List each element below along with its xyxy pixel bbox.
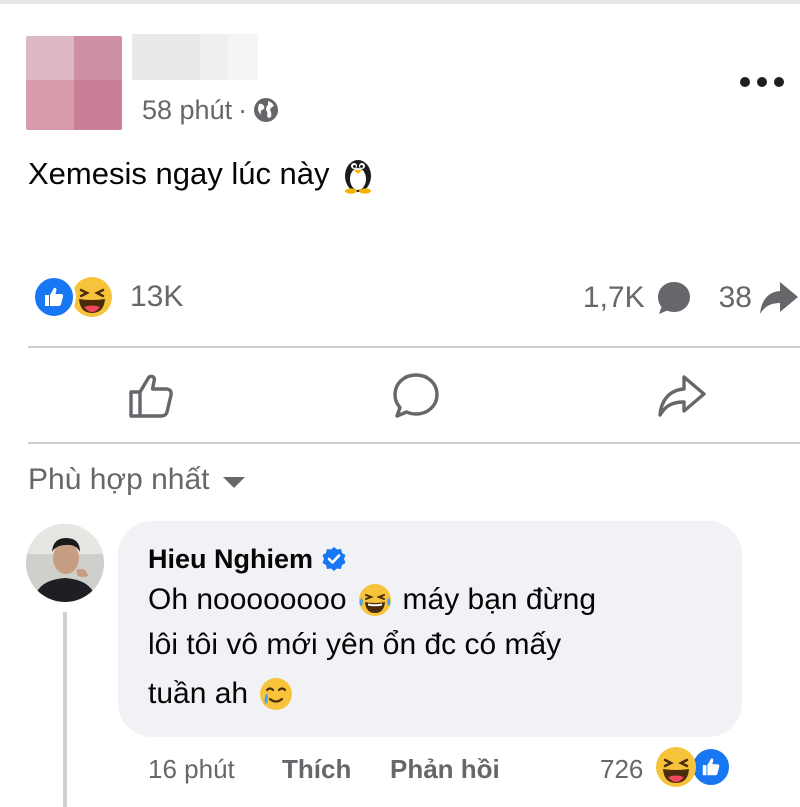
comment-outline-icon — [393, 373, 439, 418]
commenter-name-row: Hieu Nghiem — [148, 540, 347, 578]
comment-reactions[interactable] — [654, 743, 732, 791]
thread-line — [63, 612, 67, 807]
comment-like-button[interactable]: Thích — [282, 752, 351, 786]
post-author-name[interactable] — [132, 34, 258, 80]
commenter-name[interactable]: Hieu Nghiem — [148, 544, 313, 575]
divider — [28, 442, 800, 444]
divider — [28, 346, 800, 348]
comment-count[interactable]: 1,7K — [583, 281, 645, 315]
haha-reaction-icon — [654, 745, 698, 789]
post-time[interactable]: 58 phút — [142, 95, 232, 126]
meta-separator: · — [238, 94, 248, 125]
post-meta: 58 phút · — [142, 94, 279, 126]
commenter-avatar[interactable] — [26, 524, 104, 602]
comment-text-part: Oh noooooooo — [148, 583, 347, 616]
comment-count-icon[interactable] — [655, 279, 693, 317]
comment-text-line-1: Oh noooooooo máy bạn đừng — [148, 582, 596, 618]
post-text: Xemesis ngay lúc này — [28, 156, 330, 191]
share-outline-icon — [658, 375, 706, 417]
sort-label: Phù hợp nhất — [28, 463, 210, 496]
haha-reaction-icon — [70, 275, 114, 319]
post-stats: 1,7K 38 — [583, 276, 800, 320]
comment-time[interactable]: 16 phút — [148, 752, 235, 786]
comment-text-part: lôi tôi vô mới yên ổn đc có mấy — [148, 628, 562, 661]
share-count[interactable]: 38 — [719, 281, 752, 315]
comment-text-line-2: lôi tôi vô mới yên ổn đc có mấy — [148, 628, 561, 662]
comment-text-line-3: tuần ah — [148, 676, 294, 712]
top-border — [0, 0, 800, 4]
comment-sort-dropdown[interactable]: Phù hợp nhất — [28, 460, 246, 500]
globe-icon[interactable] — [253, 97, 279, 123]
reaction-count[interactable]: 13K — [130, 280, 183, 314]
share-count-icon[interactable] — [758, 280, 800, 316]
like-outline-icon — [129, 374, 173, 418]
post-author-avatar[interactable] — [26, 36, 122, 130]
like-button[interactable] — [122, 368, 182, 424]
share-button[interactable] — [652, 368, 712, 424]
caret-down-icon — [223, 476, 246, 488]
comment-button[interactable] — [386, 368, 446, 424]
smiling-tear-emoji-icon — [258, 676, 294, 712]
comment-text-part: máy bạn đừng — [402, 583, 597, 616]
comment-reaction-count[interactable]: 726 — [600, 752, 643, 786]
like-reaction-icon — [32, 275, 76, 319]
post-reactions-summary[interactable]: 13K — [32, 274, 183, 320]
post-body: Xemesis ngay lúc này — [28, 154, 376, 194]
penguin-icon — [340, 154, 376, 194]
more-options-icon[interactable] — [740, 72, 784, 92]
tears-of-joy-emoji-icon — [357, 582, 393, 618]
verified-badge-icon — [321, 546, 347, 572]
comment-reply-button[interactable]: Phản hồi — [390, 752, 500, 786]
comment-text-part: tuần ah — [148, 677, 249, 710]
